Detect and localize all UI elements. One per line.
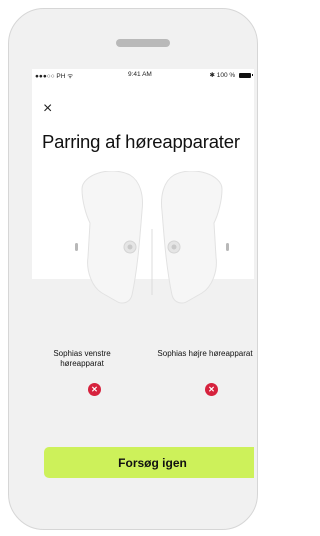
phone-speaker [116, 39, 170, 47]
close-icon[interactable]: × [43, 100, 61, 118]
right-hearing-aid-label: Sophias højre høreapparat [157, 349, 253, 358]
carrier-signal: ●●●○○ PH ᯤ [35, 73, 74, 80]
page-title: Parring af høreapparater [42, 131, 240, 152]
phone-frame: ●●●○○ PH ᯤ 9:41 AM ✱ 100 % × Parring af … [8, 8, 258, 530]
battery-icon [239, 72, 253, 78]
bluetooth-icon: ✱ [209, 72, 215, 79]
status-right: ✱ 100 % [209, 71, 253, 79]
right-hearing-aid-icon [161, 171, 229, 304]
left-hearing-aid-icon [75, 171, 143, 304]
retry-button[interactable]: Forsøg igen [44, 447, 254, 478]
hearing-aids-illustration [32, 171, 254, 321]
curved-background [32, 279, 254, 321]
app-screen: ●●●○○ PH ᯤ 9:41 AM ✱ 100 % × Parring af … [32, 69, 254, 479]
error-icon: ✕ [88, 383, 101, 396]
error-icon: ✕ [205, 383, 218, 396]
status-time: 9:41 AM [128, 71, 152, 78]
status-bar: ●●●○○ PH ᯤ 9:41 AM ✱ 100 % [32, 69, 254, 81]
wifi-icon: ᯤ [67, 73, 74, 80]
battery-percent: 100 % [216, 72, 236, 79]
left-hearing-aid-label: Sophias venstre høreapparat [53, 349, 111, 368]
